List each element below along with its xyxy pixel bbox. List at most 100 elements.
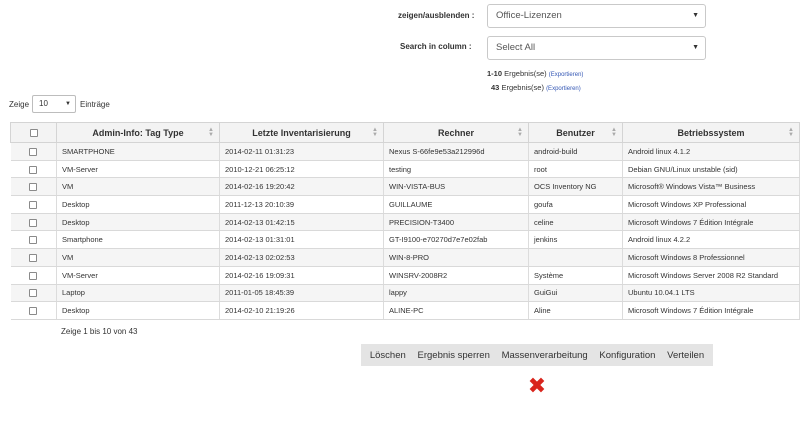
- length-prefix: Zeige: [9, 100, 30, 109]
- show-hide-select[interactable]: Office-Lizenzen ▼: [487, 4, 706, 28]
- table-row[interactable]: VM-Server 2010-12-21 06:25:12 testing root D…: [10, 159, 800, 179]
- configuration-button[interactable]: Konfiguration: [599, 350, 655, 361]
- action-bar: Löschen Ergebnis sperren Massenverarbeit…: [361, 344, 713, 366]
- chevron-down-icon: ▼: [692, 12, 699, 19]
- row-checkbox[interactable]: [29, 289, 38, 298]
- inventory-table: Admin-Info: Tag Type ▲ ▼ Letzte Inventaris…: [10, 122, 800, 320]
- user-cell: Système: [528, 265, 623, 285]
- export-link[interactable]: (Exportieren): [546, 86, 581, 92]
- computer-cell: PRECISION-T3400: [383, 212, 529, 232]
- tag-type-cell: Desktop: [56, 212, 220, 232]
- last-inventory-cell: 2014-02-16 19:20:42: [219, 177, 384, 197]
- export-link[interactable]: (Exportieren): [549, 72, 584, 78]
- row-checkbox[interactable]: [29, 200, 38, 209]
- search-column-label: Search in column :: [400, 42, 472, 51]
- row-checkbox-cell: [10, 230, 57, 250]
- row-checkbox-cell: [10, 248, 57, 267]
- chevron-down-icon: ▼: [692, 44, 699, 51]
- tag-type-cell: VM-Server: [56, 265, 220, 285]
- last-inventory-cell: 2014-02-13 02:02:53: [219, 248, 384, 267]
- search-column-select[interactable]: Select All ▼: [487, 36, 706, 60]
- sort-icon: ▲ ▼: [372, 127, 378, 138]
- user-cell: Aline: [528, 301, 623, 320]
- tag-type-cell: VM: [56, 177, 220, 197]
- user-cell: celine: [528, 212, 623, 232]
- computer-cell: ALINE-PC: [383, 301, 529, 320]
- os-cell: Microsoft Windows XP Professional: [622, 195, 800, 214]
- last-inventory-cell: 2010-12-21 06:25:12: [219, 159, 384, 179]
- last-inventory-cell: 2011-12-13 20:10:39: [219, 195, 384, 214]
- close-icon[interactable]: ✖: [527, 375, 547, 397]
- computer-cell: GUILLAUME: [383, 195, 529, 214]
- length-suffix: Einträge: [80, 100, 110, 109]
- column-header[interactable]: Benutzer ▲ ▼: [528, 122, 623, 143]
- tag-type-cell: VM-Server: [56, 159, 220, 179]
- column-header[interactable]: Admin-Info: Tag Type ▲ ▼: [56, 122, 220, 143]
- table-row[interactable]: VM 2014-02-13 02:02:53 WIN-8-PRO Microsoft …: [10, 248, 800, 267]
- os-cell: Android linux 4.1.2: [622, 142, 800, 161]
- table-row[interactable]: VM 2014-02-16 19:20:42 WIN-VISTA-BUS OCS In…: [10, 177, 800, 197]
- row-checkbox[interactable]: [29, 307, 38, 316]
- os-cell: Microsoft Windows 7 Édition Intégrale: [622, 212, 800, 232]
- show-hide-label: zeigen/ausblenden :: [398, 11, 475, 20]
- computer-cell: GT-I9100-e70270d7e7e02fab: [383, 230, 529, 250]
- row-checkbox[interactable]: [29, 271, 38, 280]
- user-cell: GuiGui: [528, 283, 623, 303]
- table-row[interactable]: Smartphone 2014-02-13 01:31:01 GT-I9100-e7…: [10, 230, 800, 250]
- computer-cell: WIN-VISTA-BUS: [383, 177, 529, 197]
- os-cell: Microsoft® Windows Vista™ Business: [622, 177, 800, 197]
- user-cell: root: [528, 159, 623, 179]
- computer-cell: WINSRV-2008R2: [383, 265, 529, 285]
- table-row[interactable]: Desktop 2014-02-10 21:19:26 ALINE-PC Aline M…: [10, 301, 800, 320]
- column-header[interactable]: Rechner ▲ ▼: [383, 122, 529, 143]
- delete-button[interactable]: Löschen: [370, 350, 406, 361]
- distribute-button[interactable]: Verteilen: [667, 350, 704, 361]
- tag-type-cell: VM: [56, 248, 220, 267]
- row-checkbox-cell: [10, 301, 57, 320]
- row-checkbox-cell: [10, 283, 57, 303]
- table-row[interactable]: SMARTPHONE 2014-02-11 01:31:23 Nexus S-66f…: [10, 142, 800, 161]
- table-row[interactable]: Desktop 2011-12-13 20:10:39 GUILLAUME goufa…: [10, 195, 800, 214]
- row-checkbox[interactable]: [29, 236, 38, 245]
- select-all-cell: [10, 122, 57, 143]
- column-header-label: Rechner: [437, 127, 474, 138]
- row-checkbox[interactable]: [29, 165, 38, 174]
- column-header-label: Benutzer: [556, 127, 595, 138]
- row-checkbox[interactable]: [29, 183, 38, 192]
- row-checkbox[interactable]: [29, 253, 38, 262]
- os-cell: Microsoft Windows Server 2008 R2 Standar…: [622, 265, 800, 285]
- table-row[interactable]: Desktop 2014-02-13 01:42:15 PRECISION-T340…: [10, 212, 800, 232]
- column-header[interactable]: Letzte Inventarisierung ▲ ▼: [219, 122, 384, 143]
- column-header-label: Letzte Inventarisierung: [252, 127, 351, 138]
- tag-type-cell: Desktop: [56, 195, 220, 214]
- row-checkbox-cell: [10, 195, 57, 214]
- sort-icon: ▲ ▼: [517, 127, 523, 138]
- lock-result-button[interactable]: Ergebnis sperren: [418, 350, 490, 361]
- os-cell: Microsoft Windows 8 Professionnel: [622, 248, 800, 267]
- page-length-value: 10: [39, 99, 48, 108]
- mass-processing-button[interactable]: Massenverarbeitung: [502, 350, 588, 361]
- computer-cell: Nexus S-66fe9e53a212996d: [383, 142, 529, 161]
- os-cell: Debian GNU/Linux unstable (sid): [622, 159, 800, 179]
- tag-type-cell: Laptop: [56, 283, 220, 303]
- page-length-select[interactable]: 10 ▼: [32, 95, 76, 113]
- computer-cell: WIN-8-PRO: [383, 248, 529, 267]
- last-inventory-cell: 2014-02-11 01:31:23: [219, 142, 384, 161]
- result-range: 1-10: [487, 69, 503, 78]
- table-info: Zeige 1 bis 10 von 43: [61, 327, 138, 336]
- table-row[interactable]: VM-Server 2014-02-16 19:09:31 WINSRV-2008R…: [10, 265, 800, 285]
- row-checkbox-cell: [10, 265, 57, 285]
- user-cell: [528, 248, 623, 267]
- row-checkbox-cell: [10, 159, 57, 179]
- result-total: 43: [491, 83, 500, 92]
- last-inventory-cell: 2014-02-13 01:31:01: [219, 230, 384, 250]
- row-checkbox[interactable]: [29, 218, 38, 227]
- table-row[interactable]: Laptop 2011-01-05 18:45:39 lappy GuiGui Ubun…: [10, 283, 800, 303]
- user-cell: goufa: [528, 195, 623, 214]
- row-checkbox[interactable]: [29, 147, 38, 156]
- select-all-checkbox[interactable]: [29, 129, 38, 138]
- column-header-label: Admin-Info: Tag Type: [92, 127, 184, 138]
- column-header[interactable]: Betriebssystem ▲ ▼: [622, 122, 800, 143]
- result-label: Ergebnis(se): [504, 69, 547, 78]
- row-checkbox-cell: [10, 142, 57, 161]
